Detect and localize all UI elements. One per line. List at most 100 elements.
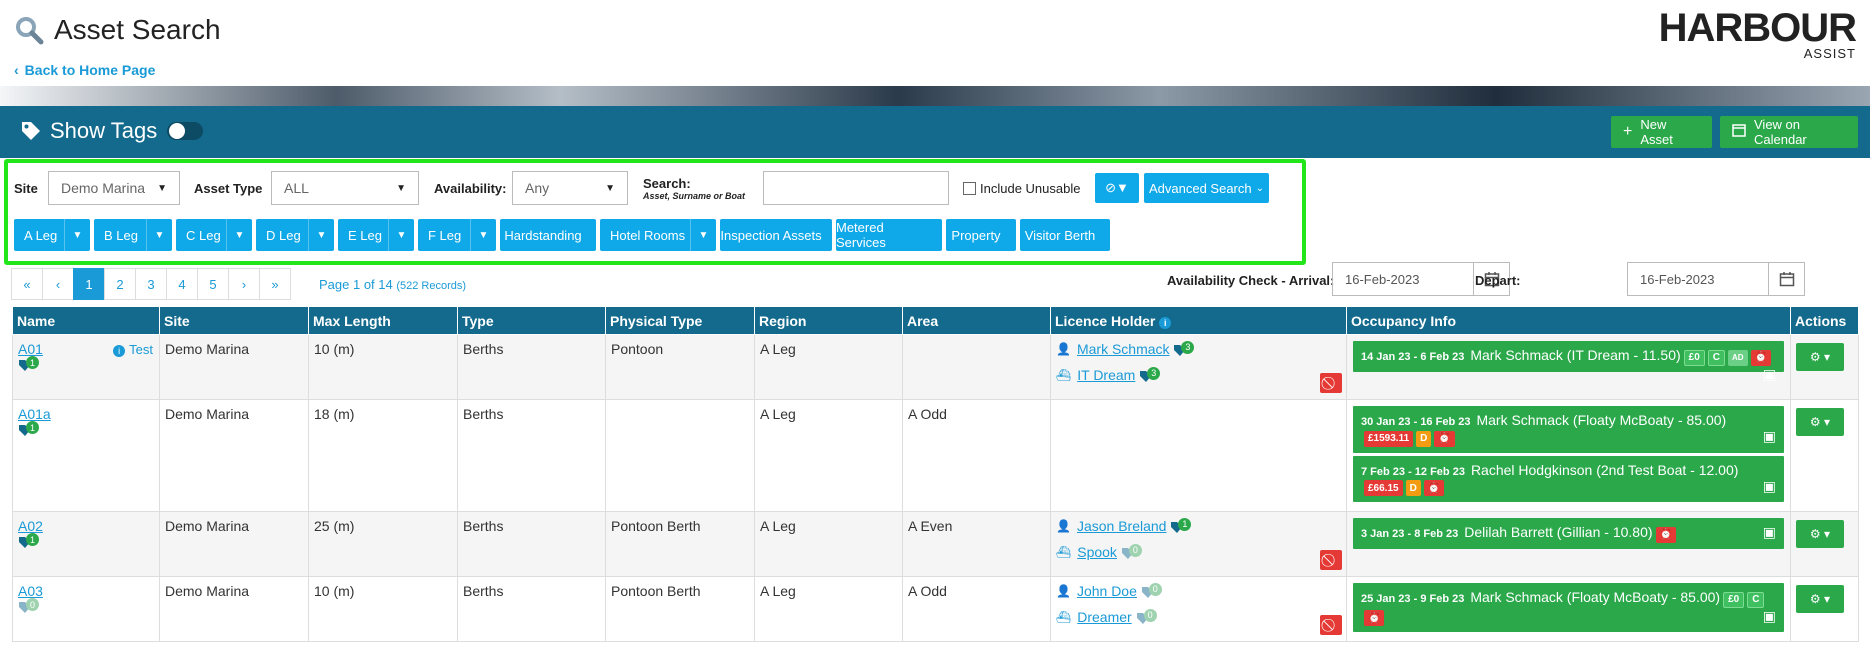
briefcase-icon: ▣ xyxy=(1762,428,1776,444)
new-asset-button[interactable]: + New Asset xyxy=(1611,116,1712,148)
occupancy-item[interactable]: 3 Jan 23 - 8 Feb 23 Delilah Barrett (Gill… xyxy=(1353,518,1784,549)
tag-icon xyxy=(22,122,40,140)
availability-select-value: Any xyxy=(525,180,550,196)
cell-site: Demo Marina xyxy=(159,511,309,577)
ban-icon[interactable]: ⃠ xyxy=(1320,550,1342,570)
back-link[interactable]: ‹ Back to Home Page xyxy=(14,62,155,78)
cell-actions: ⚙ ▾ xyxy=(1790,576,1859,642)
ban-icon[interactable]: ⃠ xyxy=(1320,373,1342,393)
asset-type-select[interactable]: ALL ▼ xyxy=(271,171,419,205)
leg-button[interactable]: Metered Services xyxy=(836,219,942,251)
ban-icon[interactable]: ⃠ xyxy=(1320,615,1342,635)
boat-icon: ⛴ xyxy=(1056,545,1072,559)
chevron-down-icon[interactable]: ▼ xyxy=(146,219,172,251)
occupancy-chip: £0 xyxy=(1683,349,1705,366)
boat-link[interactable]: Dreamer xyxy=(1077,609,1131,625)
chevron-down-icon[interactable]: ▼ xyxy=(226,219,252,251)
cell-region: A Leg xyxy=(754,511,903,577)
asset-link[interactable]: A02 xyxy=(18,518,43,534)
depart-date-input[interactable]: 16-Feb-2023 xyxy=(1627,262,1805,296)
leg-button[interactable]: C Leg ▼ xyxy=(176,219,252,251)
pagination-page-5[interactable]: 5 xyxy=(197,268,229,300)
tag-count-badge: 0 xyxy=(1143,608,1157,622)
calendar-icon[interactable] xyxy=(1768,263,1804,295)
asset-link[interactable]: A03 xyxy=(18,583,43,599)
col-max-length: Max Length xyxy=(308,306,458,335)
pagination-page-1[interactable]: 1 xyxy=(73,268,105,300)
pagination-prev[interactable]: ‹ xyxy=(42,268,74,300)
include-unusable[interactable]: Include Unusable xyxy=(963,181,1091,196)
actions-button[interactable]: ⚙ ▾ xyxy=(1796,520,1844,548)
cell-occupancy: 30 Jan 23 - 16 Feb 23 Mark Schmack (Float… xyxy=(1346,399,1791,512)
alarm-icon: ⏰ xyxy=(1434,430,1455,447)
table-row: A01 i Test 1 Demo Marina 10 (m) Berths Pontoon A… xyxy=(12,334,1859,400)
pagination-first[interactable]: « xyxy=(11,268,43,300)
leg-button[interactable]: Property xyxy=(946,219,1016,251)
boat-link[interactable]: IT Dream xyxy=(1077,367,1135,383)
asset-link[interactable]: A01a xyxy=(18,406,51,422)
chevron-down-icon[interactable]: ▼ xyxy=(388,219,414,251)
site-select[interactable]: Demo Marina ▼ xyxy=(48,171,180,205)
holder-link[interactable]: Mark Schmack xyxy=(1077,341,1170,357)
cell-licence-holder: 👤 Mark Schmack 3 ⛴ IT Dream 3⃠ xyxy=(1050,334,1347,400)
occupancy-item[interactable]: 14 Jan 23 - 6 Feb 23 Mark Schmack (IT Dre… xyxy=(1353,341,1784,382)
occupancy-item[interactable]: 25 Jan 23 - 9 Feb 23 Mark Schmack (Floaty… xyxy=(1353,583,1784,632)
actions-button[interactable]: ⚙ ▾ xyxy=(1796,408,1844,436)
leg-button[interactable]: D Leg ▼ xyxy=(256,219,334,251)
actions-button[interactable]: ⚙ ▾ xyxy=(1796,343,1844,371)
table-row: A03 0 Demo Marina 10 (m) Berths Pontoon Berth… xyxy=(12,576,1859,642)
cell-name: A01a 1 xyxy=(12,399,160,512)
leg-button[interactable]: Visitor Berth xyxy=(1020,219,1110,251)
chevron-down-icon[interactable]: ▼ xyxy=(64,219,90,251)
boat-link[interactable]: Spook xyxy=(1077,544,1117,560)
leg-button[interactable]: B Leg ▼ xyxy=(94,219,172,251)
gear-icon: ⚙ xyxy=(1809,350,1821,364)
chevron-down-icon[interactable]: ▼ xyxy=(308,219,334,251)
clear-filter-button[interactable]: ⊘▼ xyxy=(1095,173,1139,203)
pagination-next[interactable]: › xyxy=(228,268,260,300)
depart-label: Depart: xyxy=(1475,273,1521,288)
cell-name: A03 0 xyxy=(12,576,160,642)
holder-link[interactable]: John Doe xyxy=(1077,583,1137,599)
asset-link[interactable]: A01 xyxy=(18,341,43,357)
leg-button[interactable]: A Leg ▼ xyxy=(14,219,90,251)
include-unusable-checkbox[interactable] xyxy=(963,181,976,195)
show-tags-toggle[interactable] xyxy=(167,122,204,140)
search-label-group: Search: Asset, Surname or Boat xyxy=(643,176,763,201)
search-input[interactable] xyxy=(763,171,949,205)
holder-link[interactable]: Jason Breland xyxy=(1077,518,1167,534)
occupancy-text: Mark Schmack (IT Dream - 11.50) xyxy=(1470,347,1681,363)
leg-button[interactable]: Hardstanding xyxy=(500,219,596,251)
pagination-page-2[interactable]: 2 xyxy=(104,268,136,300)
occupancy-chip: C xyxy=(1707,349,1726,366)
view-calendar-button[interactable]: View on Calendar xyxy=(1720,116,1858,148)
chevron-down-icon[interactable]: ▼ xyxy=(690,219,716,251)
occupancy-chip: £1593.11 xyxy=(1364,430,1414,447)
actions-button[interactable]: ⚙ ▾ xyxy=(1796,585,1844,613)
occupancy-chip: £66.15 xyxy=(1364,480,1403,496)
page-title: Asset Search xyxy=(54,14,221,45)
occupancy-item[interactable]: 7 Feb 23 - 12 Feb 23 Rachel Hodgkinson (2… xyxy=(1353,455,1784,502)
pagination-page-3[interactable]: 3 xyxy=(135,268,167,300)
leg-button[interactable]: E Leg ▼ xyxy=(338,219,414,251)
cell-max-length: 10 (m) xyxy=(308,334,458,400)
pagination-last[interactable]: » xyxy=(259,268,291,300)
alarm-icon: ⏰ xyxy=(1655,526,1676,543)
leg-button[interactable]: F Leg ▼ xyxy=(418,219,496,251)
advanced-search-button[interactable]: Advanced Search ⌄ xyxy=(1144,173,1269,203)
tag-count: 3 xyxy=(1173,340,1195,357)
leg-button[interactable]: Hotel Rooms ▼ xyxy=(600,219,716,251)
cell-name: A01 i Test 1 xyxy=(12,334,160,400)
leg-buttons: A Leg ▼ B Leg ▼ C Leg ▼ D Leg ▼ E Leg ▼ F Leg ▼ Hard… xyxy=(14,219,1114,251)
occupancy-chip: C xyxy=(1747,591,1765,608)
cell-site: Demo Marina xyxy=(159,576,309,642)
chevron-down-icon[interactable]: ▼ xyxy=(470,219,496,251)
availability-select[interactable]: Any ▼ xyxy=(512,171,628,205)
leg-button-label: A Leg xyxy=(24,227,58,243)
person-icon: 👤 xyxy=(1056,519,1071,533)
occupancy-item[interactable]: 30 Jan 23 - 16 Feb 23 Mark Schmack (Float… xyxy=(1353,406,1784,453)
asset-note[interactable]: i Test xyxy=(113,342,153,357)
leg-button[interactable]: Inspection Assets xyxy=(720,219,832,251)
occupancy-dates: 25 Jan 23 - 9 Feb 23 xyxy=(1361,593,1465,605)
pagination-page-4[interactable]: 4 xyxy=(166,268,198,300)
